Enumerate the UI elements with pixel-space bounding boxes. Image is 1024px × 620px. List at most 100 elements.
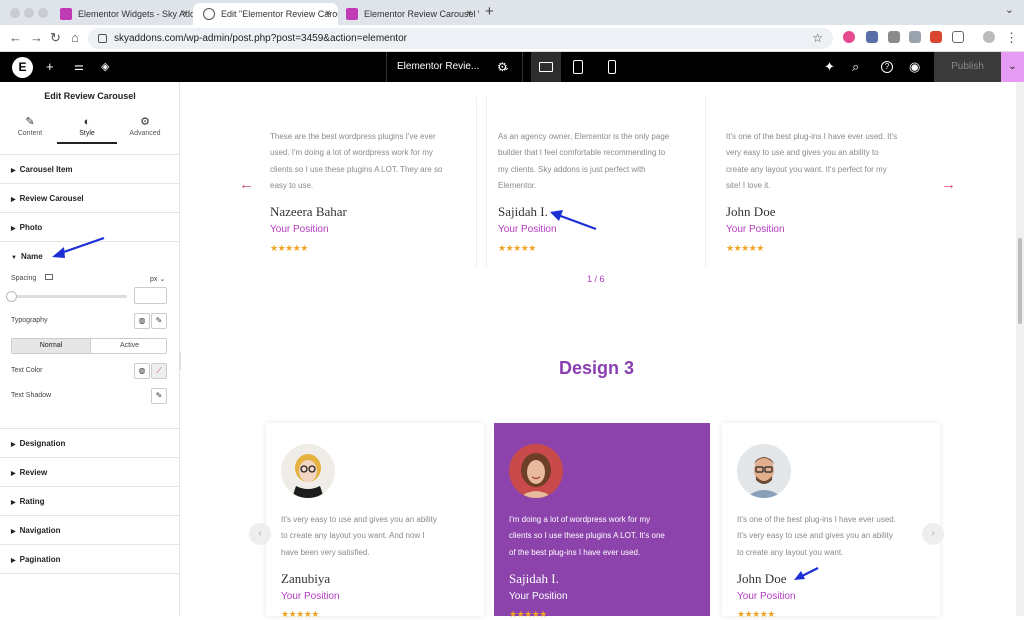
review-text: These are the best wordpress plugins I'v…	[270, 132, 443, 191]
reviewer-position: Your Position	[726, 224, 785, 235]
tab-close-icon[interactable]: ×	[325, 3, 331, 25]
back-icon[interactable]: ←	[9, 29, 22, 47]
state-toggle: Normal Active	[11, 338, 167, 354]
site-settings-sliders-icon[interactable]: ⚌	[74, 58, 84, 76]
carousel-prev-arrow-icon[interactable]: ←	[239, 176, 254, 193]
caret-right-icon: ▶	[11, 471, 16, 477]
design3-prev-chevron-icon[interactable]: ‹	[249, 523, 271, 545]
reviewer-position: Your Position	[270, 224, 329, 235]
carousel-pagination: 1 / 6	[587, 274, 605, 284]
avatar-woman-glasses-icon	[292, 454, 324, 498]
window-minimize-dot[interactable]	[24, 8, 34, 18]
gear-icon: ⚙	[140, 116, 150, 128]
reviewer-avatar	[509, 444, 563, 498]
help-icon[interactable]: ?	[881, 61, 893, 73]
desktop-responsive-icon[interactable]	[45, 274, 53, 280]
window-close-dot[interactable]	[10, 8, 20, 18]
section-review[interactable]: ▶ Review	[0, 457, 180, 486]
window-zoom-dot[interactable]	[38, 8, 48, 18]
browser-tab-active[interactable]: Edit "Elementor Review Carou ×	[193, 3, 338, 25]
extension-icon[interactable]	[843, 31, 855, 43]
tab-content[interactable]: ✎ Content	[0, 110, 60, 144]
search-icon[interactable]: ⌕	[852, 58, 859, 76]
structure-layers-icon[interactable]: ◈	[101, 58, 109, 76]
spacing-slider-handle[interactable]	[6, 291, 17, 302]
tablet-icon[interactable]	[573, 60, 583, 74]
home-icon[interactable]: ⌂	[71, 29, 79, 47]
browser-tab-bar: Elementor Widgets - Sky Add × Edit "Elem…	[0, 0, 1024, 25]
section-navigation[interactable]: ▶ Navigation	[0, 515, 180, 544]
annotation-arrow-icon	[52, 236, 105, 258]
tab-advanced[interactable]: ⚙ Advanced	[115, 110, 175, 144]
profile-avatar-icon[interactable]	[983, 31, 995, 43]
mobile-icon[interactable]	[608, 60, 616, 74]
unit-selector[interactable]: px ⌄	[150, 275, 165, 283]
pencil-icon: ✎	[25, 116, 35, 128]
add-element-icon[interactable]: +	[46, 58, 54, 76]
section-review-carousel[interactable]: ▶ Review Carousel	[0, 183, 180, 212]
rating-stars: ★★★★★	[281, 609, 319, 619]
caret-right-icon: ▶	[11, 168, 16, 174]
browser-tab[interactable]: Elementor Widgets - Sky Add ×	[50, 3, 195, 25]
tab-normal[interactable]: Normal	[12, 339, 90, 353]
site-info-icon[interactable]	[98, 34, 107, 43]
caret-right-icon: ▶	[11, 500, 16, 506]
design3-heading: Design 3	[558, 358, 635, 378]
rating-stars: ★★★★★	[737, 609, 775, 619]
browser-menu-icon[interactable]: ⋮	[1005, 29, 1018, 47]
editor-panel: Edit Review Carousel ✎ Content ◐ Style ⚙…	[0, 82, 180, 616]
reviewer-position: Your Position	[509, 591, 568, 602]
preview-eye-icon[interactable]: ◉	[909, 58, 920, 76]
tab-style[interactable]: ◐ Style	[57, 110, 117, 144]
extension-icon[interactable]	[930, 31, 942, 43]
desktop-view-button[interactable]	[531, 52, 561, 82]
section-designation[interactable]: ▶ Designation	[0, 428, 180, 457]
elementor-logo-icon[interactable]: E	[12, 57, 33, 78]
publish-options-chevron-icon[interactable]: ⌄	[1001, 52, 1024, 82]
puzzle-extensions-icon[interactable]	[952, 31, 964, 43]
new-tab-button[interactable]: +	[485, 3, 494, 21]
tab-close-icon[interactable]: ×	[466, 3, 472, 25]
spacing-slider-track[interactable]	[11, 295, 127, 298]
download-extension-icon[interactable]	[888, 31, 900, 43]
canvas-scrollbar[interactable]	[1016, 82, 1024, 616]
address-bar[interactable]: skyaddons.com/wp-admin/post.php?post=345…	[88, 28, 833, 49]
extension-icon[interactable]	[909, 31, 921, 43]
rating-stars: ★★★★★	[726, 243, 764, 253]
reviewer-avatar	[737, 444, 791, 498]
section-carousel-item[interactable]: ▶ Carousel Item	[0, 154, 180, 183]
globe-icon	[203, 8, 215, 20]
publish-button[interactable]: Publish	[934, 52, 1001, 82]
caret-right-icon: ▶	[11, 197, 16, 203]
carousel-next-arrow-icon[interactable]: →	[941, 176, 956, 193]
review-text: As an agency owner, Elementor is the onl…	[498, 132, 670, 191]
scrollbar-thumb[interactable]	[1018, 238, 1022, 324]
global-typography-globe-icon[interactable]: ◍	[134, 313, 150, 329]
section-rating[interactable]: ▶ Rating	[0, 486, 180, 515]
edit-typography-pencil-icon[interactable]: ✎	[151, 313, 167, 329]
page-settings-gear-icon[interactable]: ⚙	[497, 58, 508, 76]
sky-addons-favicon-icon	[60, 8, 72, 20]
tab-search-chevron-icon[interactable]: ⌄	[1005, 3, 1014, 16]
shield-extension-icon[interactable]	[866, 31, 878, 43]
reviewer-name: John Doe	[737, 571, 787, 586]
avatar-woman-smiling-icon	[519, 453, 553, 498]
elementor-top-bar: E + ⚌ ◈ Elementor Revie... ⌄ ⚙ ✦ ⌕ ? ◉ P…	[0, 52, 1024, 82]
notifications-rocket-icon[interactable]: ✦	[824, 58, 835, 76]
edit-text-shadow-pencil-icon[interactable]: ✎	[151, 388, 167, 404]
url-text: skyaddons.com/wp-admin/post.php?post=345…	[114, 33, 407, 44]
reload-icon[interactable]: ↻	[50, 29, 61, 47]
text-shadow-label: Text Shadow	[11, 392, 52, 399]
tab-active[interactable]: Active	[90, 339, 168, 353]
forward-icon[interactable]: →	[30, 29, 43, 47]
section-pagination[interactable]: ▶ Pagination	[0, 544, 180, 573]
rating-stars: ★★★★★	[270, 243, 308, 253]
caret-down-icon: ▼	[11, 255, 17, 261]
tab-close-icon[interactable]: ×	[182, 3, 188, 25]
review-text: It's very easy to use and gives you an a…	[281, 515, 437, 557]
design3-next-chevron-icon[interactable]: ›	[922, 523, 944, 545]
spacing-input[interactable]	[134, 287, 167, 304]
typography-label: Typography	[11, 317, 48, 324]
bookmark-star-icon[interactable]: ☆	[812, 28, 823, 49]
browser-tab[interactable]: Elementor Review Carousel W ×	[336, 3, 479, 25]
